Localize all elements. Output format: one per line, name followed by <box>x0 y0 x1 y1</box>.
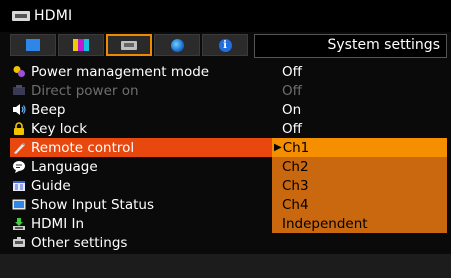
menu-value-selected: ▶ Ch1 <box>272 138 447 157</box>
menu-option[interactable]: Ch4 <box>272 195 447 214</box>
projector-menu-screen: HDMI i System settings Power management … <box>0 0 451 278</box>
menu-value: Off <box>282 82 302 99</box>
lock-icon <box>12 122 26 135</box>
other-settings-icon <box>12 236 26 249</box>
menu-label: HDMI In <box>31 215 85 232</box>
hdmi-in-icon <box>12 217 26 230</box>
language-icon <box>12 160 26 173</box>
menu-label: Power management mode <box>31 63 210 80</box>
menu-row-power-management-mode[interactable]: Power management mode Off <box>10 62 447 81</box>
settings-menu: Power management mode Off Direct power o… <box>10 62 447 252</box>
cursor-arrow-icon: ▶ <box>274 142 282 153</box>
tab-network[interactable] <box>154 34 200 56</box>
power-management-icon <box>12 65 26 78</box>
tab-color[interactable] <box>58 34 104 56</box>
tab-information[interactable]: i <box>202 34 248 56</box>
menu-label: Beep <box>31 101 66 118</box>
menu-row-hdmi-in[interactable]: HDMI In Independent <box>10 214 447 233</box>
menu-row-remote-control[interactable]: Remote control ▶ Ch1 <box>10 138 447 157</box>
menu-row-language[interactable]: Language Ch2 <box>10 157 447 176</box>
remote-control-icon <box>12 141 26 154</box>
menu-row-direct-power-on: Direct power on Off <box>10 81 447 100</box>
guide-icon <box>12 179 26 192</box>
info-icon: i <box>218 38 232 52</box>
menu-option[interactable]: Ch3 <box>272 176 447 195</box>
direct-power-icon <box>12 84 26 97</box>
menu-value: Ch1 <box>282 139 310 156</box>
footer-bar <box>0 254 451 278</box>
menu-label: Language <box>31 158 98 175</box>
menu-label: Guide <box>31 177 71 194</box>
menu-label: Key lock <box>31 120 88 137</box>
menu-row-show-input-status[interactable]: Show Input Status Ch4 <box>10 195 447 214</box>
menu-option[interactable]: Independent <box>272 214 447 233</box>
menu-value <box>272 233 447 252</box>
menu-label: Direct power on <box>31 82 139 99</box>
menu-row-key-lock[interactable]: Key lock Off <box>10 119 447 138</box>
menu-option[interactable]: Ch2 <box>272 157 447 176</box>
tab-display[interactable] <box>10 34 56 56</box>
menu-value: Off <box>282 120 302 137</box>
input-status-icon <box>12 198 26 211</box>
speaker-icon <box>12 103 26 116</box>
menu-row-beep[interactable]: Beep On <box>10 100 447 119</box>
globe-icon <box>170 38 184 52</box>
menu-label: Remote control <box>31 139 135 156</box>
category-tabs: i System settings <box>10 34 447 58</box>
menu-header: HDMI <box>0 0 451 32</box>
menu-label: Other settings <box>31 234 128 251</box>
menu-label: Show Input Status <box>31 196 154 213</box>
projector-icon <box>121 40 137 50</box>
color-bars-icon <box>73 39 89 51</box>
menu-value: Off <box>282 63 302 80</box>
menu-value: On <box>282 101 302 118</box>
hdmi-source-icon <box>12 11 30 21</box>
menu-row-other-settings[interactable]: Other settings <box>10 233 447 252</box>
tab-system-settings[interactable] <box>106 34 152 56</box>
section-title: System settings <box>254 34 447 58</box>
display-icon <box>26 39 40 51</box>
menu-title: HDMI <box>34 8 73 24</box>
menu-row-guide[interactable]: Guide Ch3 <box>10 176 447 195</box>
